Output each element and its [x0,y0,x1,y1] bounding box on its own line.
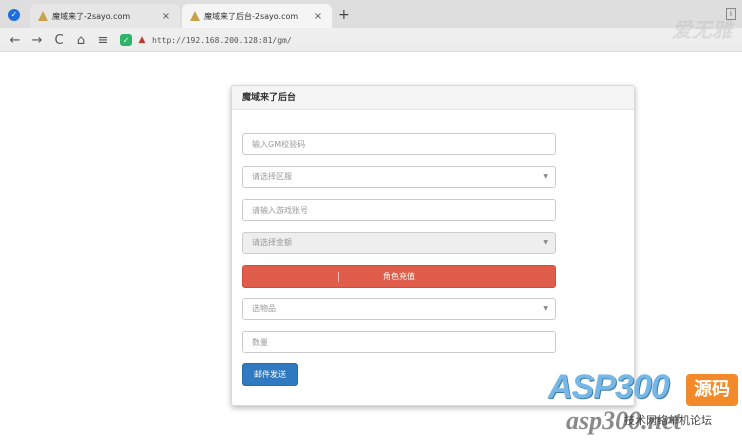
chevron-down-icon: ▼ [543,305,548,312]
game-favicon-icon [190,11,200,21]
forward-button[interactable]: → [26,29,48,51]
quantity-input[interactable] [242,331,556,353]
item-select[interactable]: 选物品 ▼ [242,298,556,320]
new-tab-button[interactable]: + [338,7,350,23]
watermark-top: 爱无雅 [672,18,732,42]
game-favicon-icon [38,11,48,21]
game-account-input[interactable] [242,199,556,221]
navigation-bar: ← → C ⌂ ≡ ✓ ▲ http://192.168.200.128:81/… [0,28,742,52]
tab-title: 魔域来了-2sayo.com [52,11,131,21]
home-button[interactable]: ⌂ [70,29,92,51]
security-shield-icon[interactable]: ✓ [120,34,132,46]
tab-title: 魔域来了后台-2sayo.com [204,11,299,21]
watermark-subtitle: 技术网络单机论坛 [624,414,712,427]
admin-panel: 魔域来了后台 请选择区服 ▼ 请选择金额 ▼ 角色充值 选物品 ▼ 邮件发送 [231,85,635,406]
gm-code-input[interactable] [242,133,556,155]
chevron-down-icon: ▼ [543,173,548,180]
browser-logo-icon[interactable]: ✓ [8,9,20,21]
tab-inactive[interactable]: 魔域来了-2sayo.com × [30,4,180,28]
address-bar[interactable]: http://192.168.200.128:81/gm/ [152,36,292,45]
send-mail-button[interactable]: 邮件发送 [242,363,298,386]
recharge-button-label: 角色充值 [383,272,415,281]
server-select-value: 请选择区服 [252,172,292,181]
amount-select-value: 请选择金额 [252,238,292,247]
reload-button[interactable]: C [48,29,70,51]
back-button[interactable]: ← [4,29,26,51]
tab-strip: ✓ 魔域来了-2sayo.com × 魔域来了后台-2sayo.com × + … [0,0,742,28]
not-secure-icon[interactable]: ▲ [136,34,148,46]
panel-title: 魔域来了后台 [232,86,634,110]
reader-list-button[interactable]: ≡ [92,29,114,51]
text-cursor-icon [338,272,339,282]
server-select[interactable]: 请选择区服 ▼ [242,166,556,188]
watermark-badge: 源码 [686,374,738,406]
amount-select[interactable]: 请选择金额 ▼ [242,232,556,254]
tab-close-icon[interactable]: × [160,11,172,22]
browser-chrome: ✓ 魔域来了-2sayo.com × 魔域来了后台-2sayo.com × + … [0,0,742,52]
tab-close-icon[interactable]: × [312,11,324,22]
item-select-value: 选物品 [252,304,276,313]
tab-active[interactable]: 魔域来了后台-2sayo.com × [182,4,332,28]
recharge-button[interactable]: 角色充值 [242,265,556,288]
chevron-down-icon: ▼ [543,239,548,246]
watermark-asp300: ASP300 [548,368,670,406]
